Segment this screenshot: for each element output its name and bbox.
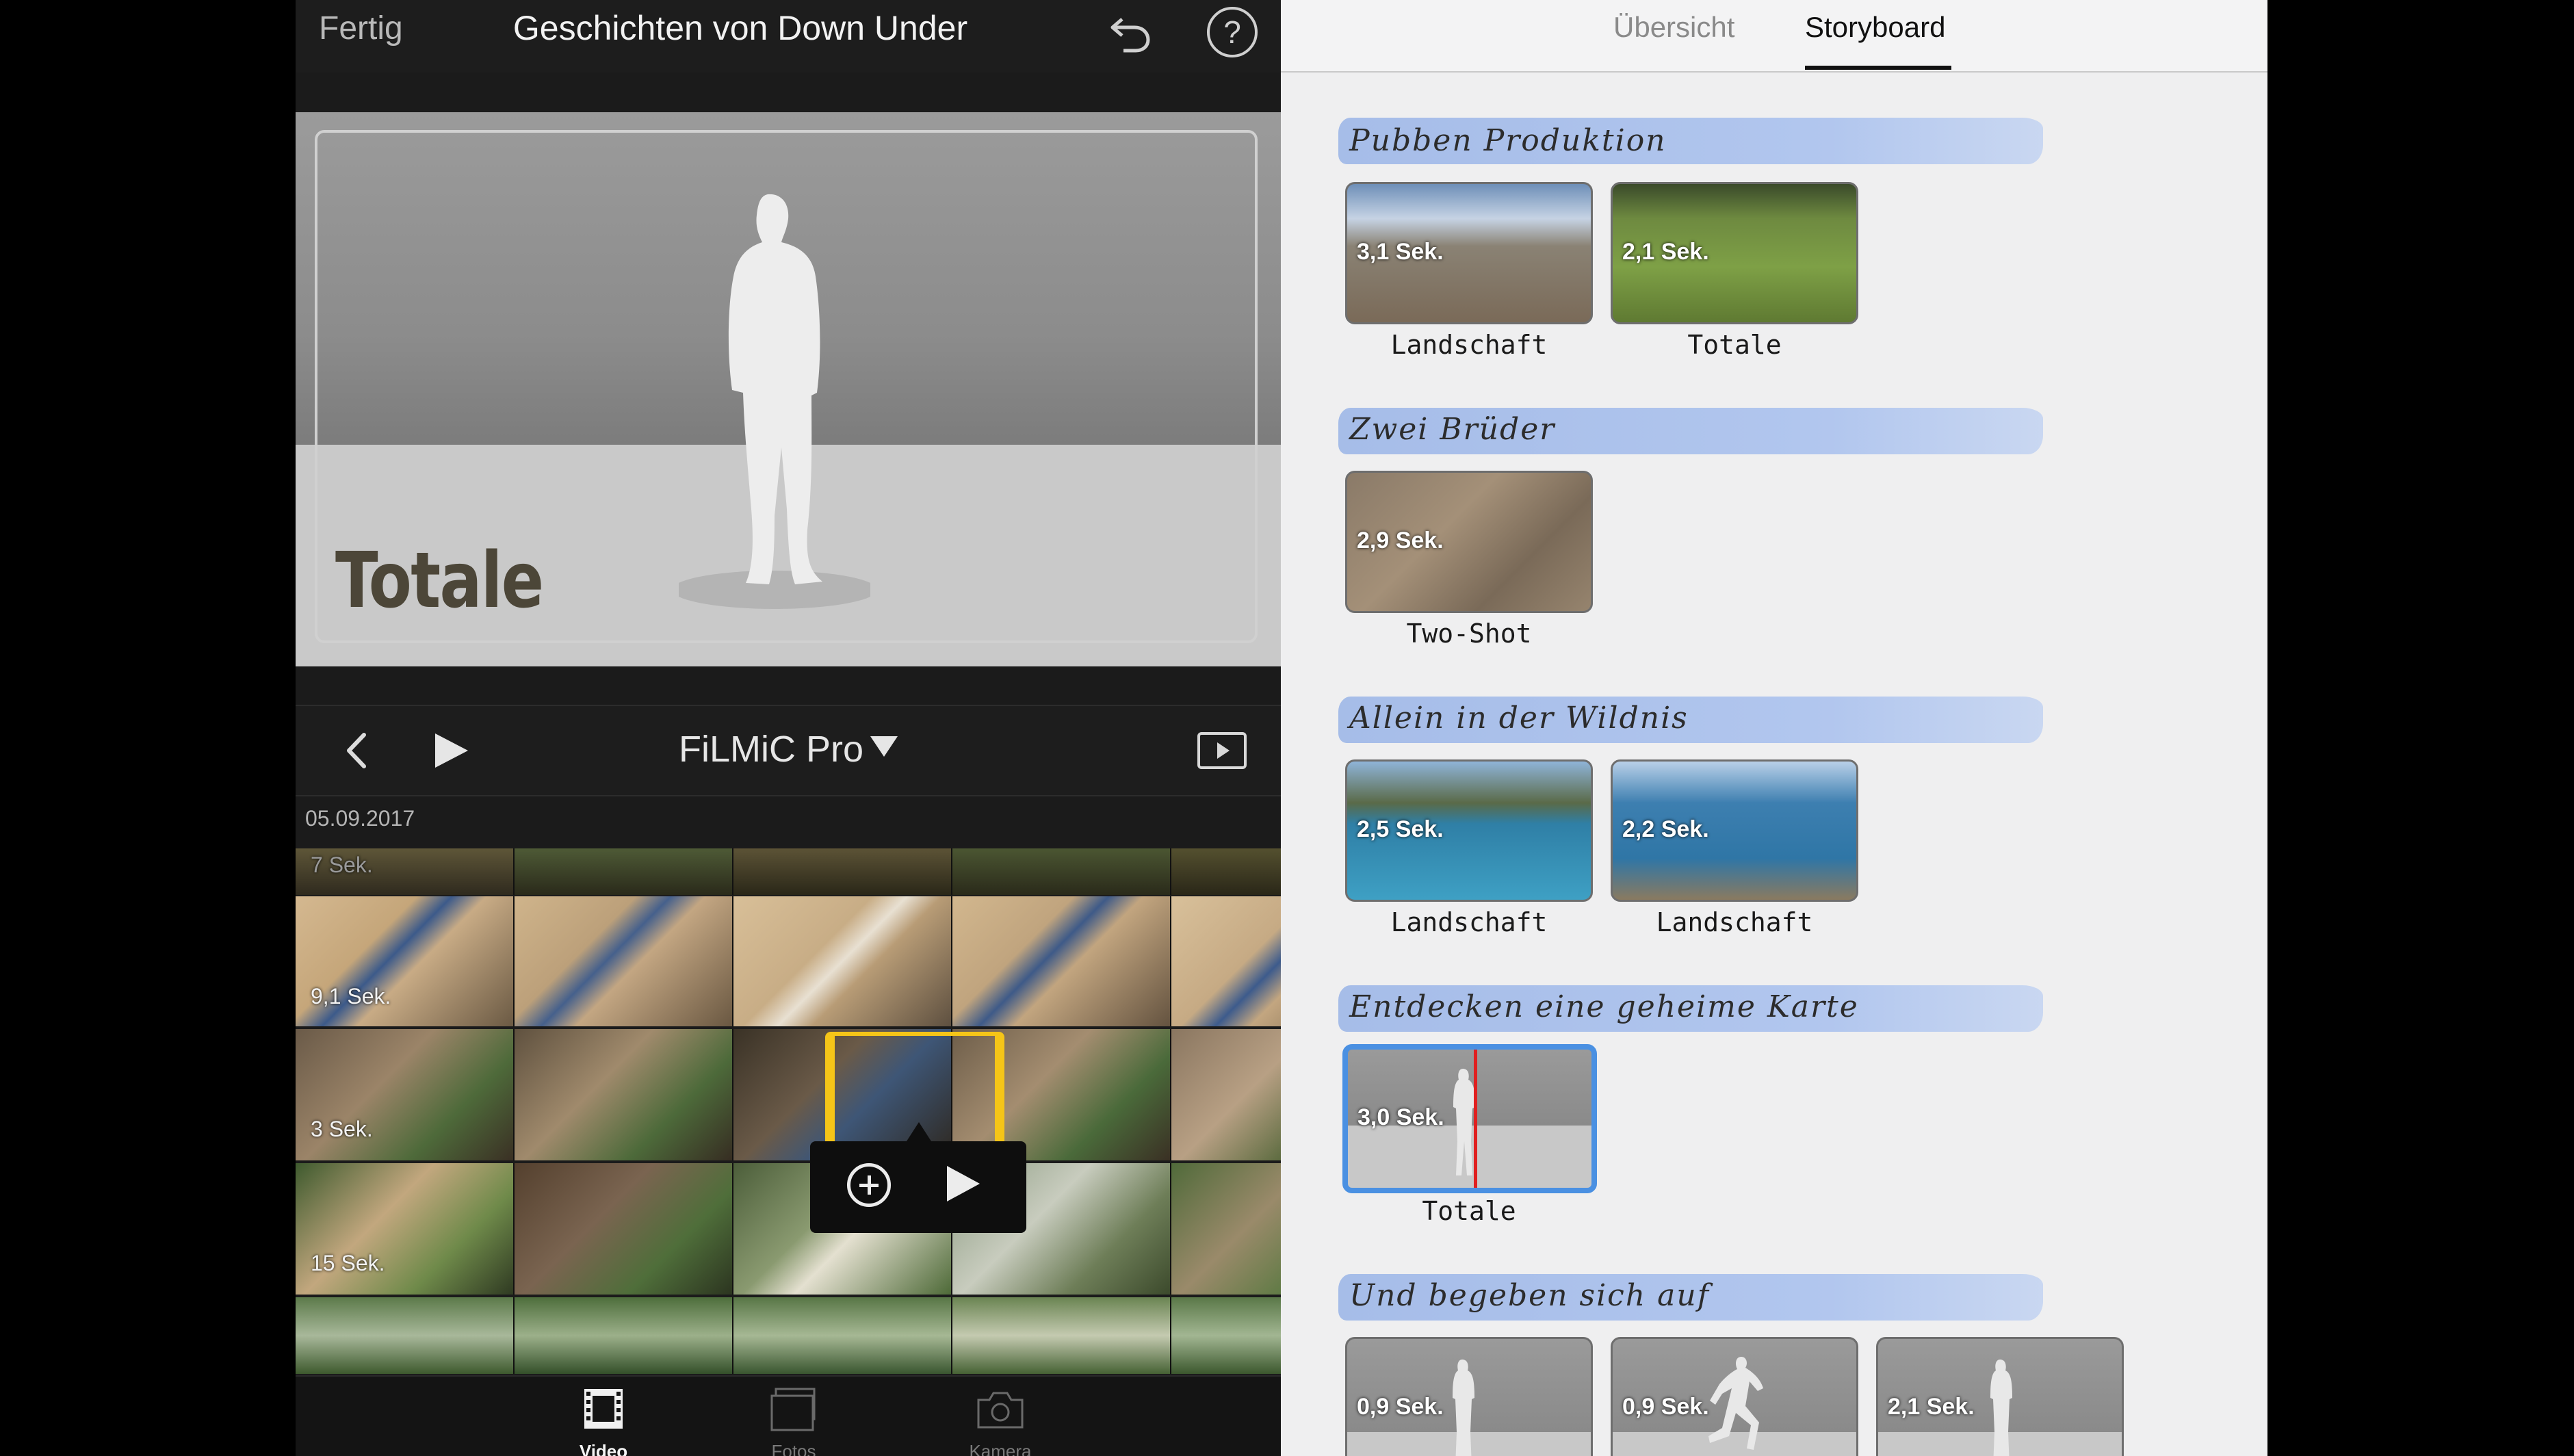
letterbox-left: [0, 0, 296, 1456]
clip-caption: Totale: [1422, 1196, 1516, 1226]
clip-duration: 3,1 Sek.: [1357, 239, 1444, 265]
fullscreen-play-icon[interactable]: [1197, 732, 1247, 769]
storyboard-clip[interactable]: 3,1 Sek.: [1345, 182, 1593, 324]
preview-area: Totale: [296, 112, 1281, 666]
clip-strip[interactable]: 15 Sek.: [296, 1163, 1281, 1295]
clip-action-popup: [810, 1141, 1026, 1233]
tab-label: Video: [579, 1441, 628, 1456]
preview-shot-label: Totale: [335, 536, 544, 625]
clip-duration: 2,1 Sek.: [1622, 239, 1709, 265]
section-title: Pubben Produktion: [1349, 123, 1667, 158]
help-icon[interactable]: ?: [1207, 7, 1258, 57]
media-controlbar: FiLMiC Pro: [296, 705, 1281, 796]
storyboard-clip[interactable]: 2,5 Sek.: [1345, 759, 1593, 902]
popup-arrow: [907, 1122, 931, 1141]
storyboard-clip-selected[interactable]: 3,0 Sek.: [1342, 1044, 1597, 1193]
clip-duration: 2,2 Sek.: [1622, 816, 1709, 842]
clip-duration: 3,0 Sek.: [1357, 1104, 1444, 1130]
section-title: Allein in der Wildnis: [1349, 701, 1689, 736]
play-icon[interactable]: [426, 727, 473, 775]
film-icon: [584, 1389, 623, 1429]
tab-overview[interactable]: Übersicht: [1613, 11, 1734, 44]
play-icon[interactable]: [947, 1166, 980, 1201]
back-chevron-icon[interactable]: [337, 727, 378, 775]
undo-icon[interactable]: [1103, 5, 1158, 60]
clip-duration: 15 Sek.: [311, 1251, 385, 1275]
camera-icon: [977, 1392, 1024, 1429]
clip-duration: 2,5 Sek.: [1357, 816, 1444, 842]
clip-duration: 0,9 Sek.: [1357, 1394, 1444, 1420]
person-silhouette-icon: [1990, 1360, 2012, 1456]
date-label: 05.09.2017: [305, 806, 415, 831]
clip-strip[interactable]: 7 Sek.: [296, 848, 1281, 895]
dropdown-caret-icon[interactable]: [870, 736, 898, 757]
clip-caption: Landschaft: [1390, 330, 1548, 360]
tab-label: Kamera: [969, 1441, 1032, 1456]
person-silhouette-icon: [1453, 1360, 1474, 1456]
clip-strip[interactable]: 3 Sek.: [296, 1029, 1281, 1160]
tab-storyboard[interactable]: Storyboard: [1805, 11, 1945, 44]
storyboard-tabs: Übersicht Storyboard: [1281, 0, 2267, 73]
storyboard-clip[interactable]: 0,9 Sek.: [1611, 1337, 1858, 1456]
clip-caption: Landschaft: [1390, 907, 1548, 937]
clip-caption: Two-Shot: [1406, 619, 1532, 649]
storyboard-clip[interactable]: 2,1 Sek.: [1611, 182, 1858, 324]
section-title: Entdecken eine geheime Karte: [1349, 989, 1859, 1024]
photos-icon: [770, 1388, 816, 1431]
add-icon[interactable]: [847, 1163, 891, 1207]
storyboard-panel: Übersicht Storyboard Pubben Produktion 3…: [1281, 0, 2267, 1456]
clip-caption: Totale: [1687, 330, 1782, 360]
clip-duration: 3 Sek.: [311, 1117, 373, 1141]
editor-topbar: Fertig Geschichten von Down Under ?: [296, 0, 1281, 73]
playhead-marker: [1474, 1050, 1477, 1188]
storyboard-clip[interactable]: 2,9 Sek.: [1345, 471, 1593, 613]
tab-label: Fotos: [771, 1441, 816, 1456]
project-title: Geschichten von Down Under: [512, 9, 968, 47]
clip-strip[interactable]: 9,1 Sek.: [296, 896, 1281, 1026]
active-tab-indicator: [1805, 66, 1951, 70]
clip-duration: 0,9 Sek.: [1622, 1394, 1709, 1420]
clip-duration: 2,9 Sek.: [1357, 528, 1444, 554]
editor-panel: Fertig Geschichten von Down Under ? Tota…: [296, 0, 1281, 1456]
clip-duration: 2,1 Sek.: [1888, 1394, 1975, 1420]
clip-duration: 9,1 Sek.: [311, 984, 391, 1009]
section-title: Und begeben sich auf: [1349, 1278, 1710, 1313]
running-person-icon: [1708, 1357, 1763, 1450]
source-album-label[interactable]: FiLMiC Pro: [679, 728, 863, 770]
person-silhouette-icon: [672, 187, 877, 612]
storyboard-clip[interactable]: 2,1 Sek.: [1876, 1337, 2124, 1456]
clip-caption: Landschaft: [1656, 907, 1813, 937]
media-tabbar: Video Fotos Kamera: [296, 1375, 1281, 1456]
storyboard-clip[interactable]: 0,9 Sek.: [1345, 1337, 1593, 1456]
storyboard-clip[interactable]: 2,2 Sek.: [1611, 759, 1858, 902]
clip-duration: 7 Sek.: [311, 853, 373, 877]
clip-strip[interactable]: [296, 1297, 1281, 1374]
letterbox-right: [2267, 0, 2574, 1456]
section-title: Zwei Brüder: [1349, 412, 1556, 447]
